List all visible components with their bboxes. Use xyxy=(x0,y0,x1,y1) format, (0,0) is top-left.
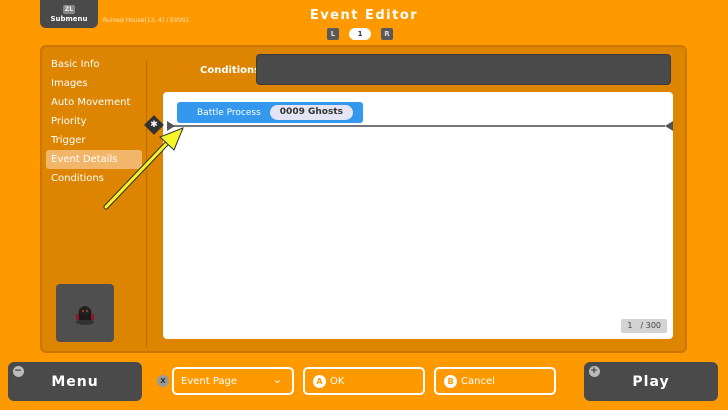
page-counter: 1 / 300 xyxy=(621,319,667,333)
timeline-line xyxy=(171,125,665,127)
conditions-label: Conditions xyxy=(200,65,261,76)
conditions-field[interactable] xyxy=(256,54,671,85)
chevron-down-icon: ⌄ xyxy=(272,373,282,386)
menu-label: Menu xyxy=(51,373,99,390)
event-page-label: Event Page xyxy=(181,375,238,387)
ok-label: OK xyxy=(330,375,345,387)
current-page-indicator: 1 xyxy=(349,28,371,40)
sidebar-item-priority[interactable]: Priority xyxy=(46,112,142,131)
cancel-button[interactable]: B Cancel xyxy=(434,367,556,395)
ok-button[interactable]: A OK xyxy=(303,367,425,395)
editor-panel: Basic Info Images Auto Movement Priority… xyxy=(40,45,687,353)
a-key-icon: A xyxy=(313,374,326,388)
plus-diamond-icon: ✱ xyxy=(150,120,158,130)
cancel-label: Cancel xyxy=(461,375,495,387)
sidebar-item-conditions[interactable]: Conditions xyxy=(46,169,142,188)
page-counter-current: 1 xyxy=(627,321,633,330)
sidebar: Basic Info Images Auto Movement Priority… xyxy=(46,55,142,188)
menu-button[interactable]: − Menu xyxy=(8,362,142,401)
plus-icon: + xyxy=(589,366,600,377)
dark-character-sprite-icon xyxy=(76,306,94,325)
next-page-button[interactable]: R xyxy=(381,28,393,40)
page-title: Event Editor xyxy=(309,8,419,23)
play-button[interactable]: + Play xyxy=(584,362,718,401)
timeline-start-arrow-icon xyxy=(167,121,175,131)
event-page-dropdown[interactable]: Event Page ⌄ xyxy=(172,367,294,395)
process-label: Battle Process xyxy=(197,107,261,118)
sidebar-item-event-details[interactable]: Event Details xyxy=(46,150,142,169)
sidebar-item-basic-info[interactable]: Basic Info xyxy=(46,55,142,74)
event-details-canvas[interactable]: Battle Process 0009 Ghosts 1 / 300 xyxy=(163,92,673,339)
sidebar-item-trigger[interactable]: Trigger xyxy=(46,131,142,150)
page-navigator: L 1 R xyxy=(327,28,393,40)
b-key-icon: B xyxy=(444,374,457,388)
character-thumbnail[interactable] xyxy=(56,284,114,342)
x-key-icon: X xyxy=(157,375,169,387)
prev-page-button[interactable]: L xyxy=(327,28,339,40)
sidebar-item-images[interactable]: Images xyxy=(46,74,142,93)
page-counter-total: / 300 xyxy=(640,321,661,330)
minus-icon: − xyxy=(13,366,24,377)
sidebar-divider xyxy=(146,61,147,347)
sidebar-item-auto-movement[interactable]: Auto Movement xyxy=(46,93,142,112)
process-value: 0009 Ghosts xyxy=(269,105,353,120)
play-label: Play xyxy=(632,373,670,390)
timeline-end-arrow-icon xyxy=(665,121,673,131)
battle-process-block[interactable]: Battle Process 0009 Ghosts xyxy=(177,102,363,123)
